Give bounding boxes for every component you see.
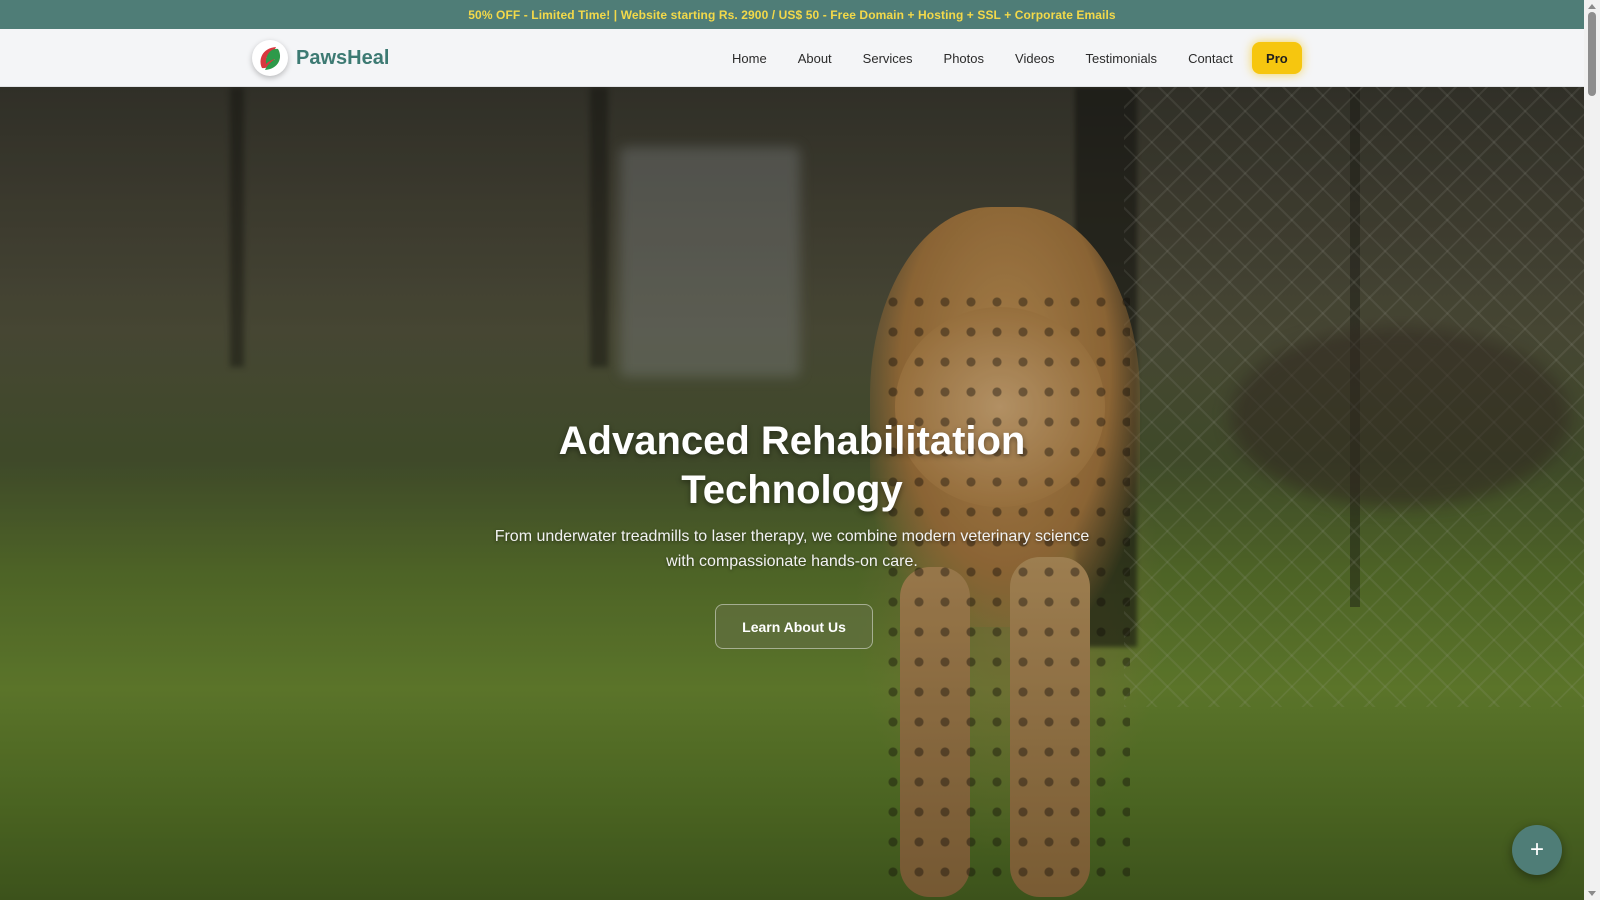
nav-photos-link[interactable]: Photos	[944, 51, 984, 66]
hero-section: Advanced Rehabilitation Technology From …	[0, 87, 1584, 900]
nav-home-link[interactable]: Home	[732, 51, 767, 66]
navbar: PawsHeal Home About Services Photos Vide…	[0, 29, 1584, 87]
nav-about-link[interactable]: About	[798, 51, 832, 66]
pro-button[interactable]: Pro	[1251, 42, 1302, 74]
promo-text: 50% OFF - Limited Time! | Website starti…	[468, 7, 1116, 22]
leaf-logo-icon	[252, 40, 288, 76]
main-nav: Home About Services Photos Videos Testim…	[732, 29, 1302, 87]
nav-services-link[interactable]: Services	[863, 51, 913, 66]
page-scrollbar[interactable]	[1584, 0, 1600, 900]
brand-name: PawsHeal	[296, 46, 390, 69]
hero-title: Advanced Rehabilitation Technology	[558, 419, 1026, 512]
hero-content: Advanced Rehabilitation Technology From …	[0, 87, 1584, 900]
learn-about-us-button[interactable]: Learn About Us	[715, 604, 873, 649]
hero-subtitle: From underwater treadmills to laser ther…	[494, 528, 1090, 570]
scroll-up-icon[interactable]	[1588, 4, 1596, 9]
promo-banner: 50% OFF - Limited Time! | Website starti…	[0, 0, 1584, 29]
nav-contact-link[interactable]: Contact	[1188, 51, 1233, 66]
brand-link[interactable]: PawsHeal	[252, 39, 389, 77]
plus-icon: +	[1529, 836, 1544, 863]
floating-action-button[interactable]: +	[1512, 825, 1562, 875]
nav-testimonials-link[interactable]: Testimonials	[1086, 51, 1158, 66]
scroll-thumb[interactable]	[1588, 12, 1596, 96]
scroll-down-icon[interactable]	[1588, 891, 1596, 896]
nav-videos-link[interactable]: Videos	[1015, 51, 1055, 66]
